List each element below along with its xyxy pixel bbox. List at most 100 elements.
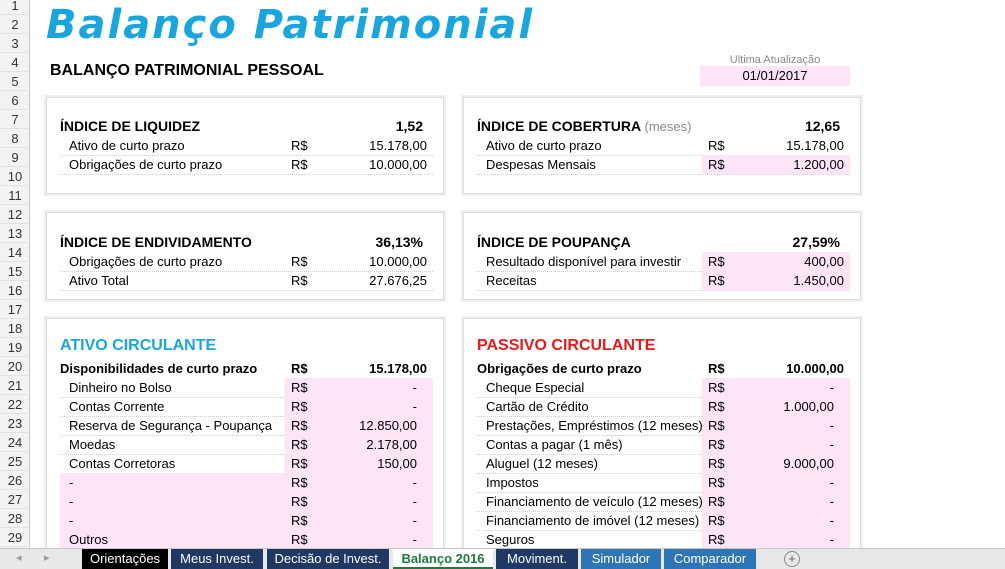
- currency-label: R$: [708, 475, 725, 490]
- row-number[interactable]: 21: [0, 376, 30, 395]
- liab-row-label[interactable]: Financiamento de imóvel (12 meses): [486, 511, 699, 530]
- liab-row-value[interactable]: -: [744, 435, 844, 454]
- liab-row-label[interactable]: Prestações, Empréstimos (12 meses): [486, 416, 703, 435]
- liab-row-label[interactable]: Cartão de Crédito: [486, 397, 589, 416]
- liab-row-value[interactable]: -: [744, 530, 844, 548]
- sheet-tab[interactable]: Meus Invest.: [171, 549, 263, 569]
- row-divider: [60, 174, 433, 175]
- savings-index-card: ÍNDICE DE POUPANÇA 27,59% Resultado disp…: [463, 212, 861, 300]
- liquidity-row-value[interactable]: 10.000,00: [327, 155, 427, 174]
- row-number[interactable]: 24: [0, 433, 30, 452]
- liab-row-value[interactable]: 1.000,00: [744, 397, 844, 416]
- asset-row-value[interactable]: -: [327, 530, 427, 548]
- asset-row-value[interactable]: 150,00: [327, 454, 427, 473]
- liab-row-value[interactable]: -: [744, 511, 844, 530]
- liab-row-label[interactable]: Contas a pagar (1 mês): [486, 435, 623, 454]
- savings-index-value: 27,59%: [792, 234, 840, 250]
- coverage-row-value[interactable]: 15.178,00: [744, 136, 844, 155]
- asset-row-label[interactable]: Contas Corrente: [69, 397, 164, 416]
- add-sheet-icon[interactable]: +: [784, 551, 800, 567]
- row-number[interactable]: 27: [0, 490, 30, 509]
- asset-row-value[interactable]: 12.850,00: [327, 416, 427, 435]
- asset-row-label[interactable]: -: [69, 473, 73, 492]
- liab-row-label[interactable]: Impostos: [486, 473, 539, 492]
- row-number[interactable]: 12: [0, 205, 30, 224]
- liab-row-label[interactable]: Aluguel (12 meses): [486, 454, 598, 473]
- asset-row-value[interactable]: -: [327, 492, 427, 511]
- asset-row-label[interactable]: Outros: [69, 530, 108, 548]
- current-liabilities-card: PASSIVO CIRCULANTE Obrigações de curto p…: [463, 318, 861, 548]
- row-number[interactable]: 23: [0, 414, 30, 433]
- currency-label: R$: [291, 380, 308, 395]
- row-number[interactable]: 7: [0, 110, 30, 129]
- row-number[interactable]: 25: [0, 452, 30, 471]
- asset-row-label[interactable]: Reserva de Segurança - Poupança: [69, 416, 272, 435]
- row-number[interactable]: 14: [0, 243, 30, 262]
- sheet-tab[interactable]: Orientações: [82, 549, 168, 569]
- sheet-tab[interactable]: Decisão de Invest.: [267, 549, 389, 569]
- row-number[interactable]: 20: [0, 357, 30, 376]
- row-number[interactable]: 1: [0, 0, 30, 15]
- currency-label: R$: [708, 361, 725, 376]
- liab-row-value[interactable]: 9.000,00: [744, 454, 844, 473]
- row-number[interactable]: 9: [0, 148, 30, 167]
- sheet-tab[interactable]: Moviment.: [496, 549, 578, 569]
- currency-label: R$: [291, 273, 308, 288]
- debt-row-value[interactable]: 27.676,25: [327, 271, 427, 290]
- liab-row-label[interactable]: Seguros: [486, 530, 534, 548]
- asset-row-label[interactable]: Moedas: [69, 435, 115, 454]
- row-number[interactable]: 29: [0, 528, 30, 547]
- row-number[interactable]: 8: [0, 129, 30, 148]
- row-number[interactable]: 6: [0, 91, 30, 110]
- asset-row-value[interactable]: -: [327, 397, 427, 416]
- debt-row-value[interactable]: 10.000,00: [327, 252, 427, 271]
- liab-row-value[interactable]: -: [744, 416, 844, 435]
- row-number[interactable]: 22: [0, 395, 30, 414]
- row-number[interactable]: 2: [0, 15, 30, 34]
- liab-row-value[interactable]: -: [744, 492, 844, 511]
- last-update-date-cell[interactable]: 01/01/2017: [700, 66, 850, 86]
- asset-row-label[interactable]: -: [69, 492, 73, 511]
- asset-row-label[interactable]: -: [69, 511, 73, 530]
- liab-row-value[interactable]: -: [744, 378, 844, 397]
- asset-row-value[interactable]: -: [327, 378, 427, 397]
- asset-row-label[interactable]: Dinheiro no Bolso: [69, 378, 172, 397]
- row-divider: [477, 290, 850, 291]
- row-number[interactable]: 5: [0, 72, 30, 91]
- liquidity-index-value: 1,52: [395, 118, 423, 134]
- liab-row-label[interactable]: Cheque Especial: [486, 378, 584, 397]
- row-number[interactable]: 18: [0, 319, 30, 338]
- spreadsheet-grid[interactable]: 1 2 3 4 5 6 7 8 9 10 11 12 13 14 15 16 17 18 19 20 21 22 23 24 2…: [0, 0, 1005, 548]
- savings-row-value[interactable]: 400,00: [744, 252, 844, 271]
- liab-row-label[interactable]: Financiamento de veículo (12 meses): [486, 492, 703, 511]
- coverage-row-value[interactable]: 1.200,00: [744, 155, 844, 174]
- row-number[interactable]: 19: [0, 338, 30, 357]
- row-number[interactable]: 15: [0, 262, 30, 281]
- savings-row-value[interactable]: 1.450,00: [744, 271, 844, 290]
- row-number[interactable]: 11: [0, 186, 30, 205]
- asset-row-label[interactable]: Contas Corretoras: [69, 454, 175, 473]
- sheet-tab[interactable]: Balanço 2016: [393, 549, 493, 569]
- asset-row-value[interactable]: -: [327, 473, 427, 492]
- asset-row-value[interactable]: 2.178,00: [327, 435, 427, 454]
- sheet-tab[interactable]: Comparador: [664, 549, 756, 569]
- asset-row-value[interactable]: -: [327, 511, 427, 530]
- current-assets-group-label: Disponibilidades de curto prazo: [60, 361, 258, 376]
- liquidity-row-value[interactable]: 15.178,00: [327, 136, 427, 155]
- sheet-tab[interactable]: Simulador: [581, 549, 661, 569]
- row-number[interactable]: 3: [0, 34, 30, 53]
- prev-sheet-icon[interactable]: ◂: [16, 551, 22, 564]
- debt-row-label: Ativo Total: [69, 273, 129, 288]
- next-sheet-icon[interactable]: ▸: [44, 551, 50, 564]
- row-number[interactable]: 13: [0, 224, 30, 243]
- row-number[interactable]: 28: [0, 509, 30, 528]
- row-number[interactable]: 17: [0, 300, 30, 319]
- row-number[interactable]: 16: [0, 281, 30, 300]
- liab-row-value[interactable]: -: [744, 473, 844, 492]
- row-number[interactable]: 10: [0, 167, 30, 186]
- row-number[interactable]: 26: [0, 471, 30, 490]
- currency-label: R$: [708, 254, 725, 269]
- row-number[interactable]: 4: [0, 53, 30, 72]
- currency-label: R$: [291, 138, 308, 153]
- currency-label: R$: [708, 380, 725, 395]
